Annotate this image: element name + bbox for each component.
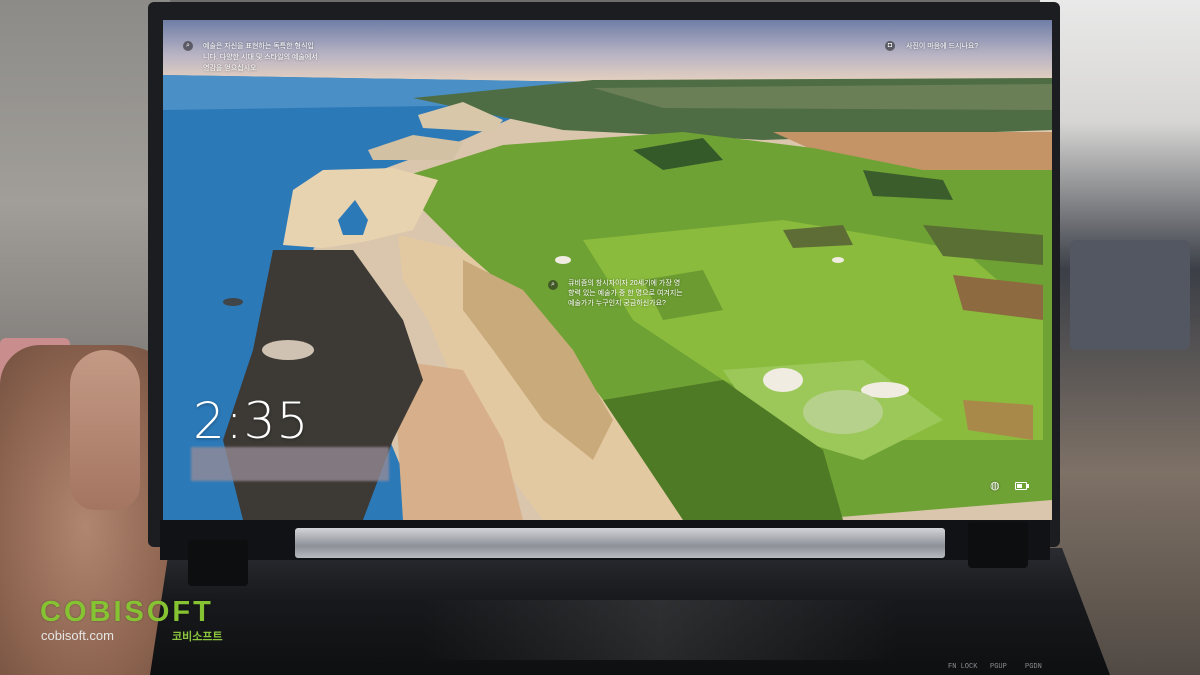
headline-line: 예술은 자신을 표현하는 독특한 형식입 bbox=[203, 43, 314, 50]
holding-thumb bbox=[70, 350, 140, 510]
hinge-cover-tape bbox=[295, 528, 945, 558]
lockscreen-headline[interactable]: 예술은 자신을 표현하는 독특한 형식입 니다. 다양한 시대 및 스타일의 예… bbox=[203, 41, 393, 74]
key-label: PGUP bbox=[990, 663, 1007, 671]
headline-line: 니다. 다양한 시대 및 스타일의 예술에서 bbox=[203, 54, 318, 61]
hotspot-line: 큐비즘의 창시자이자 20세기에 가장 영 bbox=[568, 280, 681, 287]
watermark-url: cobisoft.com bbox=[41, 628, 114, 643]
camera-icon[interactable]: ◘ bbox=[885, 41, 895, 51]
headline-line: 영감을 얻으십시오. bbox=[203, 65, 259, 72]
search-icon[interactable]: ⌕ bbox=[183, 41, 193, 51]
watermark-logo: COBISOFT bbox=[40, 596, 214, 628]
battery-icon[interactable] bbox=[1015, 482, 1029, 490]
hotspot-caption[interactable]: 큐비즘의 창시자이자 20세기에 가장 영 향력 있는 예술가 중 한 명으로 … bbox=[568, 279, 708, 309]
background-blur-patch bbox=[1070, 240, 1190, 350]
laptop-base-reflection bbox=[420, 600, 900, 660]
date-redacted bbox=[191, 447, 389, 481]
hotspot-line: 향력 있는 예술가 중 한 명으로 여겨지는 bbox=[568, 290, 683, 297]
key-label: PGDN bbox=[1025, 663, 1042, 671]
lock-screen[interactable]: ⌕ 예술은 자신을 표현하는 독특한 형식입 니다. 다양한 시대 및 스타일의… bbox=[163, 20, 1052, 520]
globe-icon[interactable]: ◍ bbox=[990, 479, 1000, 492]
hotspot-line: 예술가가 누구인지 궁금하신가요? bbox=[568, 300, 666, 307]
hinge-right bbox=[968, 522, 1028, 568]
hinge-left bbox=[188, 540, 248, 586]
key-label: FN LOCK bbox=[948, 663, 978, 671]
feedback-prompt[interactable]: 사진이 마음에 드시나요? bbox=[906, 41, 978, 52]
hotspot-search-icon[interactable]: ⌕ bbox=[548, 280, 558, 290]
lockscreen-clock: 2:35 bbox=[193, 392, 310, 450]
watermark-korean: 코비소프트 bbox=[172, 631, 223, 643]
